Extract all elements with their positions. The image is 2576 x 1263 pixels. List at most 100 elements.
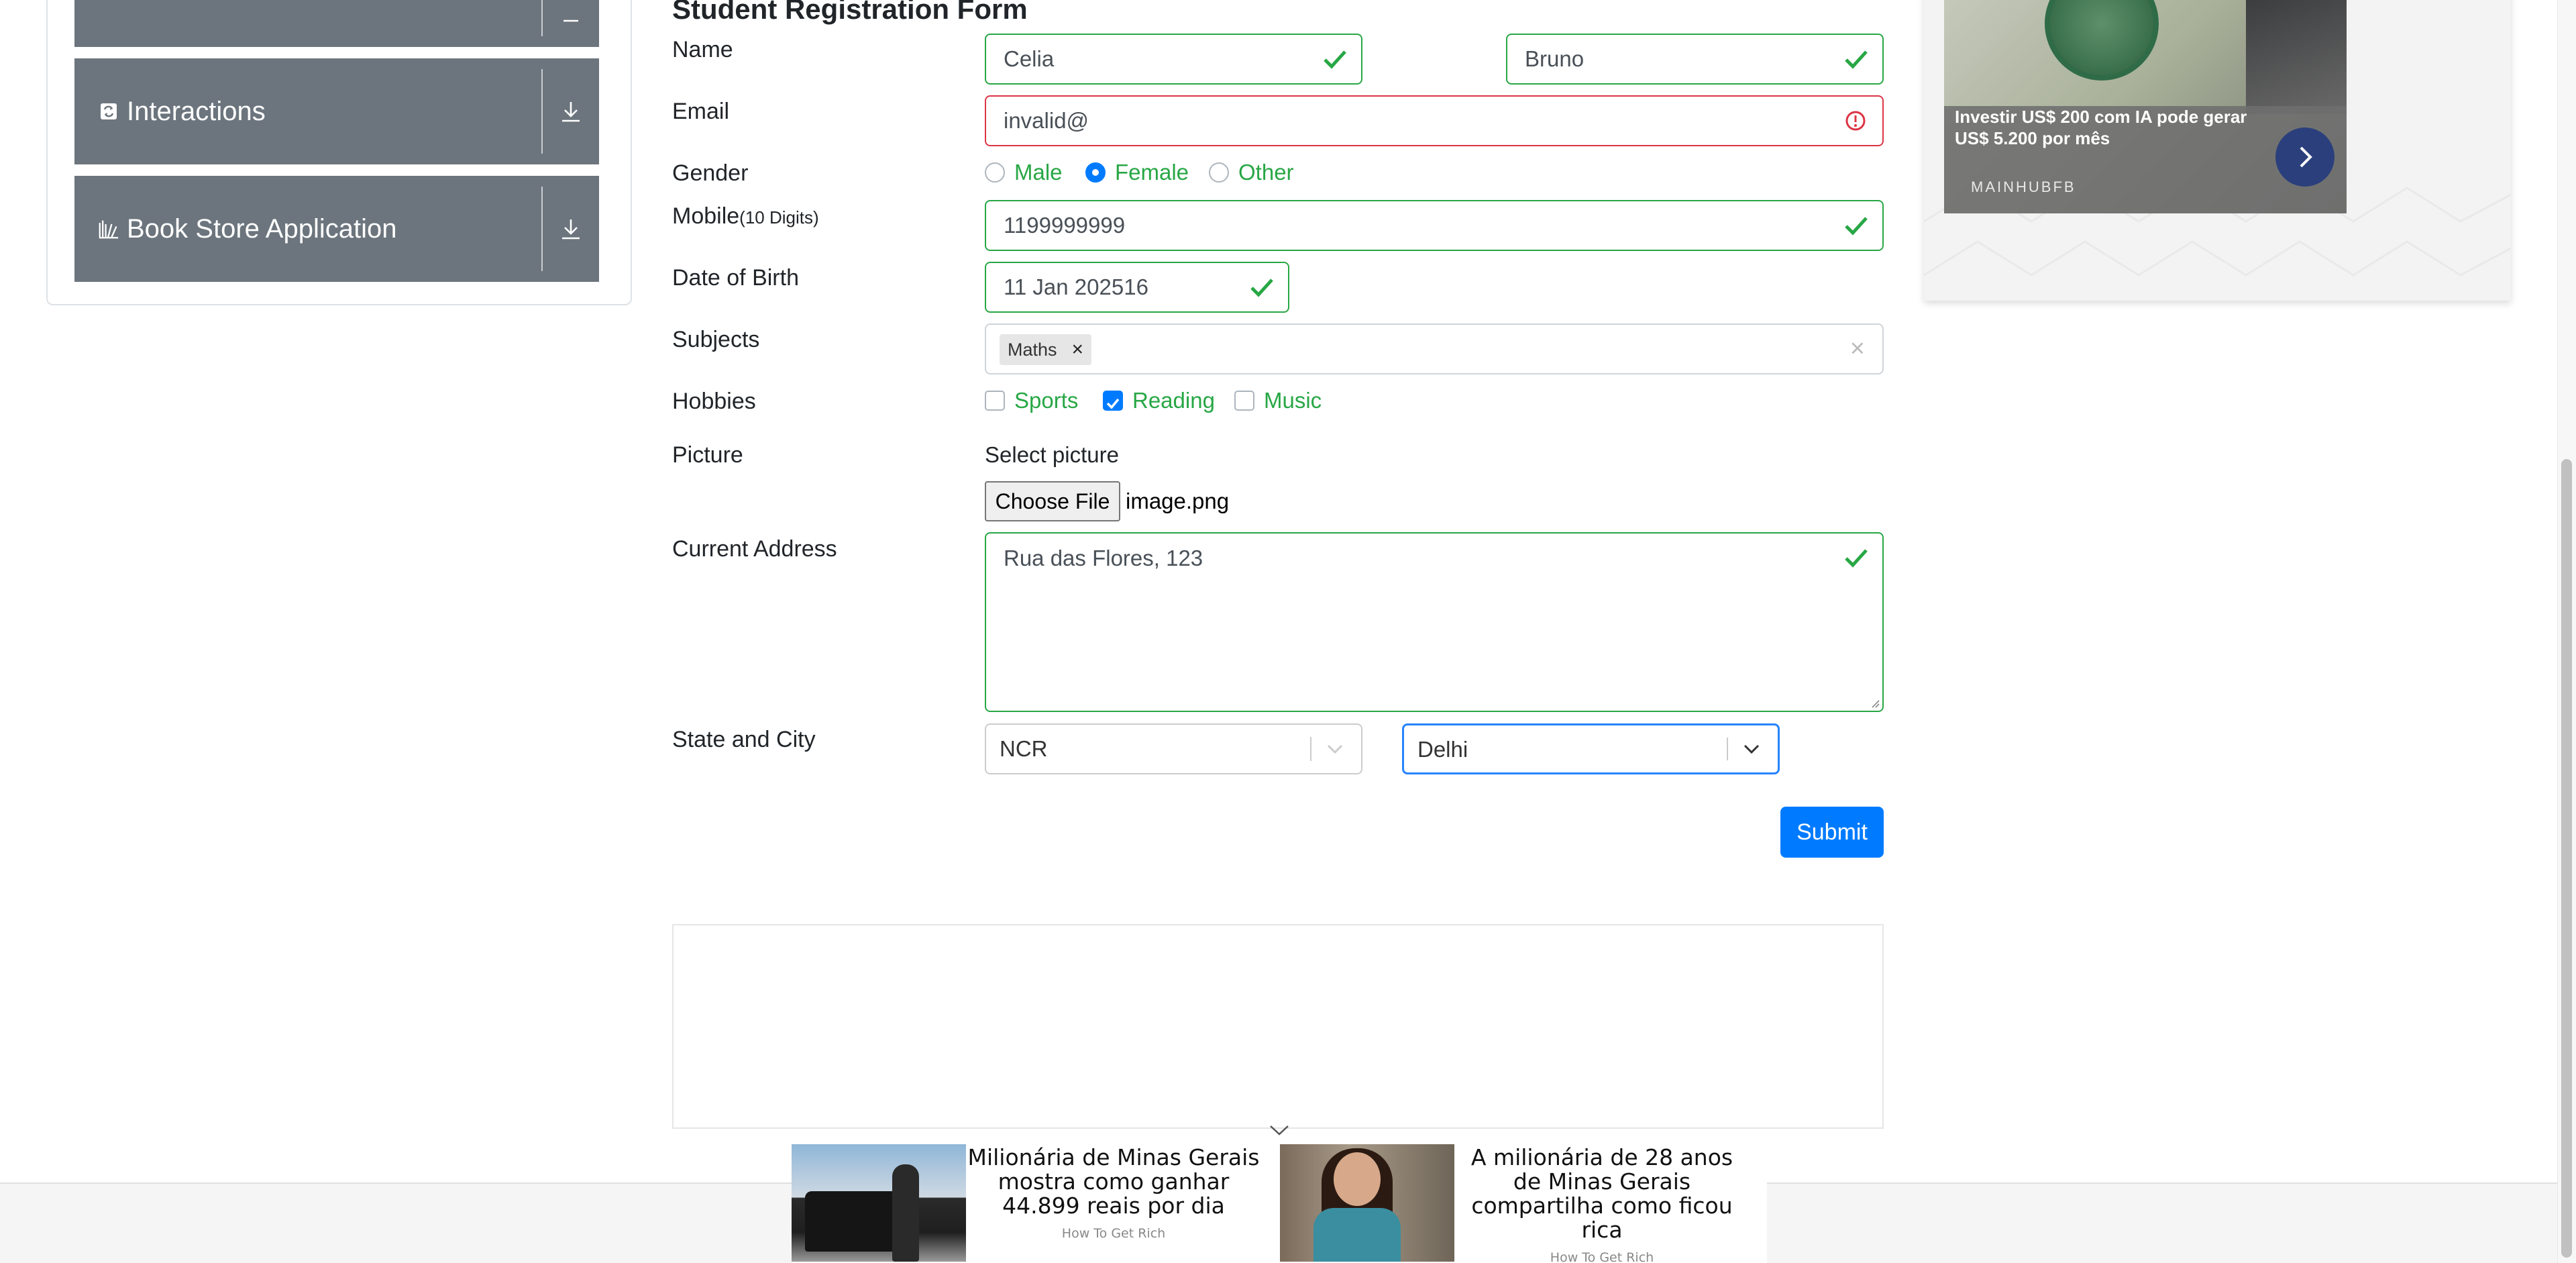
- download-arrow-icon[interactable]: [555, 95, 587, 128]
- book-store-icon: [99, 219, 119, 239]
- choose-file-button[interactable]: Choose File: [985, 481, 1120, 521]
- picture-file-name: image.png: [1126, 489, 1230, 513]
- bottom-ad-bar: Milionária de Minas Gerais mostra como g…: [792, 1125, 1767, 1263]
- interactions-icon: [99, 101, 119, 121]
- collapse-ad-icon[interactable]: [1268, 1121, 1291, 1140]
- checkmark-icon: [1106, 398, 1120, 409]
- gender-option-female[interactable]: Female: [1085, 160, 1189, 185]
- download-arrow-icon[interactable]: [555, 213, 587, 245]
- checkbox-sports[interactable]: [985, 391, 1005, 411]
- sidebar-group-label: Book Store Application: [127, 213, 397, 244]
- address-value: Rua das Flores, 123: [1004, 546, 1203, 570]
- hobby-option-music[interactable]: Music: [1234, 388, 1322, 413]
- hobbies-label: Hobbies: [672, 389, 756, 414]
- hobby-label: Reading: [1132, 388, 1215, 413]
- name-label: Name: [672, 37, 733, 62]
- chevron-down-icon[interactable]: [1324, 738, 1346, 760]
- city-value: Delhi: [1417, 737, 1468, 762]
- dob-input[interactable]: 11 Jan 202516: [985, 262, 1289, 313]
- group-divider: [541, 0, 543, 36]
- city-select[interactable]: Delhi: [1402, 723, 1780, 774]
- last-name-value: Bruno: [1525, 46, 1585, 71]
- gender-option-label: Other: [1238, 160, 1294, 185]
- state-select[interactable]: NCR: [985, 723, 1362, 774]
- right-ad-brand: MAINHUBFB: [1971, 179, 2076, 195]
- check-icon: [1845, 549, 1868, 568]
- last-name-input[interactable]: Bruno: [1506, 34, 1884, 85]
- sidebar-group-widgets[interactable]: [74, 0, 599, 47]
- face-image: [1334, 1152, 1381, 1206]
- dob-label: Date of Birth: [672, 265, 799, 291]
- sidebar-group-book-store[interactable]: Book Store Application: [74, 176, 599, 282]
- check-icon: [1845, 217, 1868, 236]
- ad-headline: Milionária de Minas Gerais mostra como g…: [967, 1144, 1260, 1219]
- email-input[interactable]: invalid@: [985, 95, 1884, 146]
- ad-source: How To Get Rich: [1550, 1250, 1654, 1263]
- car-image: [805, 1191, 906, 1252]
- right-ad-banner[interactable]: Investir US$ 200 com IA pode gerar US$ 5…: [1944, 0, 2347, 213]
- subject-chip: Maths ×: [1000, 334, 1092, 365]
- hobby-option-sports[interactable]: Sports: [985, 388, 1078, 413]
- error-icon: [1845, 111, 1866, 131]
- output-box: [672, 924, 1884, 1129]
- subjects-input[interactable]: Maths × ×: [985, 323, 1884, 374]
- checkbox-music[interactable]: [1234, 391, 1254, 411]
- check-icon: [1250, 279, 1273, 297]
- right-ad-text: Investir US$ 200 com IA pode gerar US$ 5…: [1955, 107, 2247, 148]
- resize-grip-icon[interactable]: [1869, 697, 1880, 708]
- select-picture-label: Select picture: [985, 442, 1119, 467]
- mobile-label: Mobile(10 Digits): [672, 203, 819, 231]
- ad-source: How To Get Rich: [1061, 1226, 1166, 1241]
- radio-female[interactable]: [1085, 162, 1106, 183]
- ad-copy: A milionária de 28 anos de Minas Gerais …: [1454, 1144, 1750, 1263]
- select-separator: [1310, 737, 1311, 761]
- sidebar-group-interactions[interactable]: Interactions: [74, 58, 599, 164]
- email-label: Email: [672, 99, 730, 124]
- scrollbar[interactable]: [2557, 0, 2576, 1263]
- ad-thumbnail: [1280, 1144, 1454, 1262]
- dob-value: 11 Jan 202516: [1004, 274, 1148, 299]
- checkbox-reading[interactable]: [1103, 391, 1123, 411]
- email-value: invalid@: [1004, 108, 1089, 133]
- remove-subject-icon[interactable]: ×: [1065, 338, 1092, 361]
- radio-other[interactable]: [1209, 162, 1229, 183]
- bottom-ad-item[interactable]: A milionária de 28 anos de Minas Gerais …: [1280, 1144, 1750, 1263]
- chevron-down-icon[interactable]: [1740, 738, 1763, 760]
- picture-label: Picture: [672, 442, 743, 468]
- subject-chip-label: Maths: [1008, 339, 1057, 360]
- dollar-seal-image: [2045, 0, 2159, 81]
- current-address-textarea[interactable]: Rua das Flores, 123: [985, 532, 1884, 712]
- select-separator: [1727, 738, 1728, 760]
- mobile-value: 1199999999: [1004, 213, 1126, 238]
- address-label: Current Address: [672, 536, 837, 562]
- submit-button[interactable]: Submit: [1780, 807, 1884, 858]
- gender-label: Gender: [672, 160, 749, 186]
- gender-option-other[interactable]: Other: [1209, 160, 1294, 185]
- ad-photo: [2246, 0, 2347, 114]
- ad-headline: A milionária de 28 anos de Minas Gerais …: [1470, 1144, 1733, 1243]
- state-city-label: State and City: [672, 727, 816, 752]
- bottom-ad-item[interactable]: Milionária de Minas Gerais mostra como g…: [792, 1144, 1261, 1262]
- group-divider: [541, 69, 543, 154]
- mobile-input[interactable]: 1199999999: [985, 200, 1884, 251]
- check-icon: [1845, 50, 1868, 69]
- gender-option-label: Female: [1115, 160, 1189, 185]
- chevron-right-icon[interactable]: [2275, 128, 2334, 187]
- expand-icon[interactable]: [555, 0, 587, 30]
- hobby-label: Sports: [1014, 388, 1079, 413]
- ad-copy: Milionária de Minas Gerais mostra como g…: [966, 1144, 1261, 1262]
- radio-male[interactable]: [985, 162, 1005, 183]
- gender-option-label: Male: [1014, 160, 1063, 185]
- group-divider: [541, 187, 543, 271]
- scrollbar-thumb[interactable]: [2561, 459, 2572, 1258]
- hobby-option-reading[interactable]: Reading: [1103, 388, 1215, 413]
- first-name-input[interactable]: Celia: [985, 34, 1362, 85]
- subjects-label: Subjects: [672, 327, 760, 352]
- mobile-label-text: Mobile: [672, 203, 740, 229]
- state-value: NCR: [1000, 736, 1048, 761]
- clear-subjects-icon[interactable]: ×: [1850, 335, 1865, 364]
- first-name-value: Celia: [1004, 46, 1055, 71]
- form-title: Student Registration Form: [672, 0, 1028, 25]
- hobby-label: Music: [1264, 388, 1322, 413]
- gender-option-male[interactable]: Male: [985, 160, 1063, 185]
